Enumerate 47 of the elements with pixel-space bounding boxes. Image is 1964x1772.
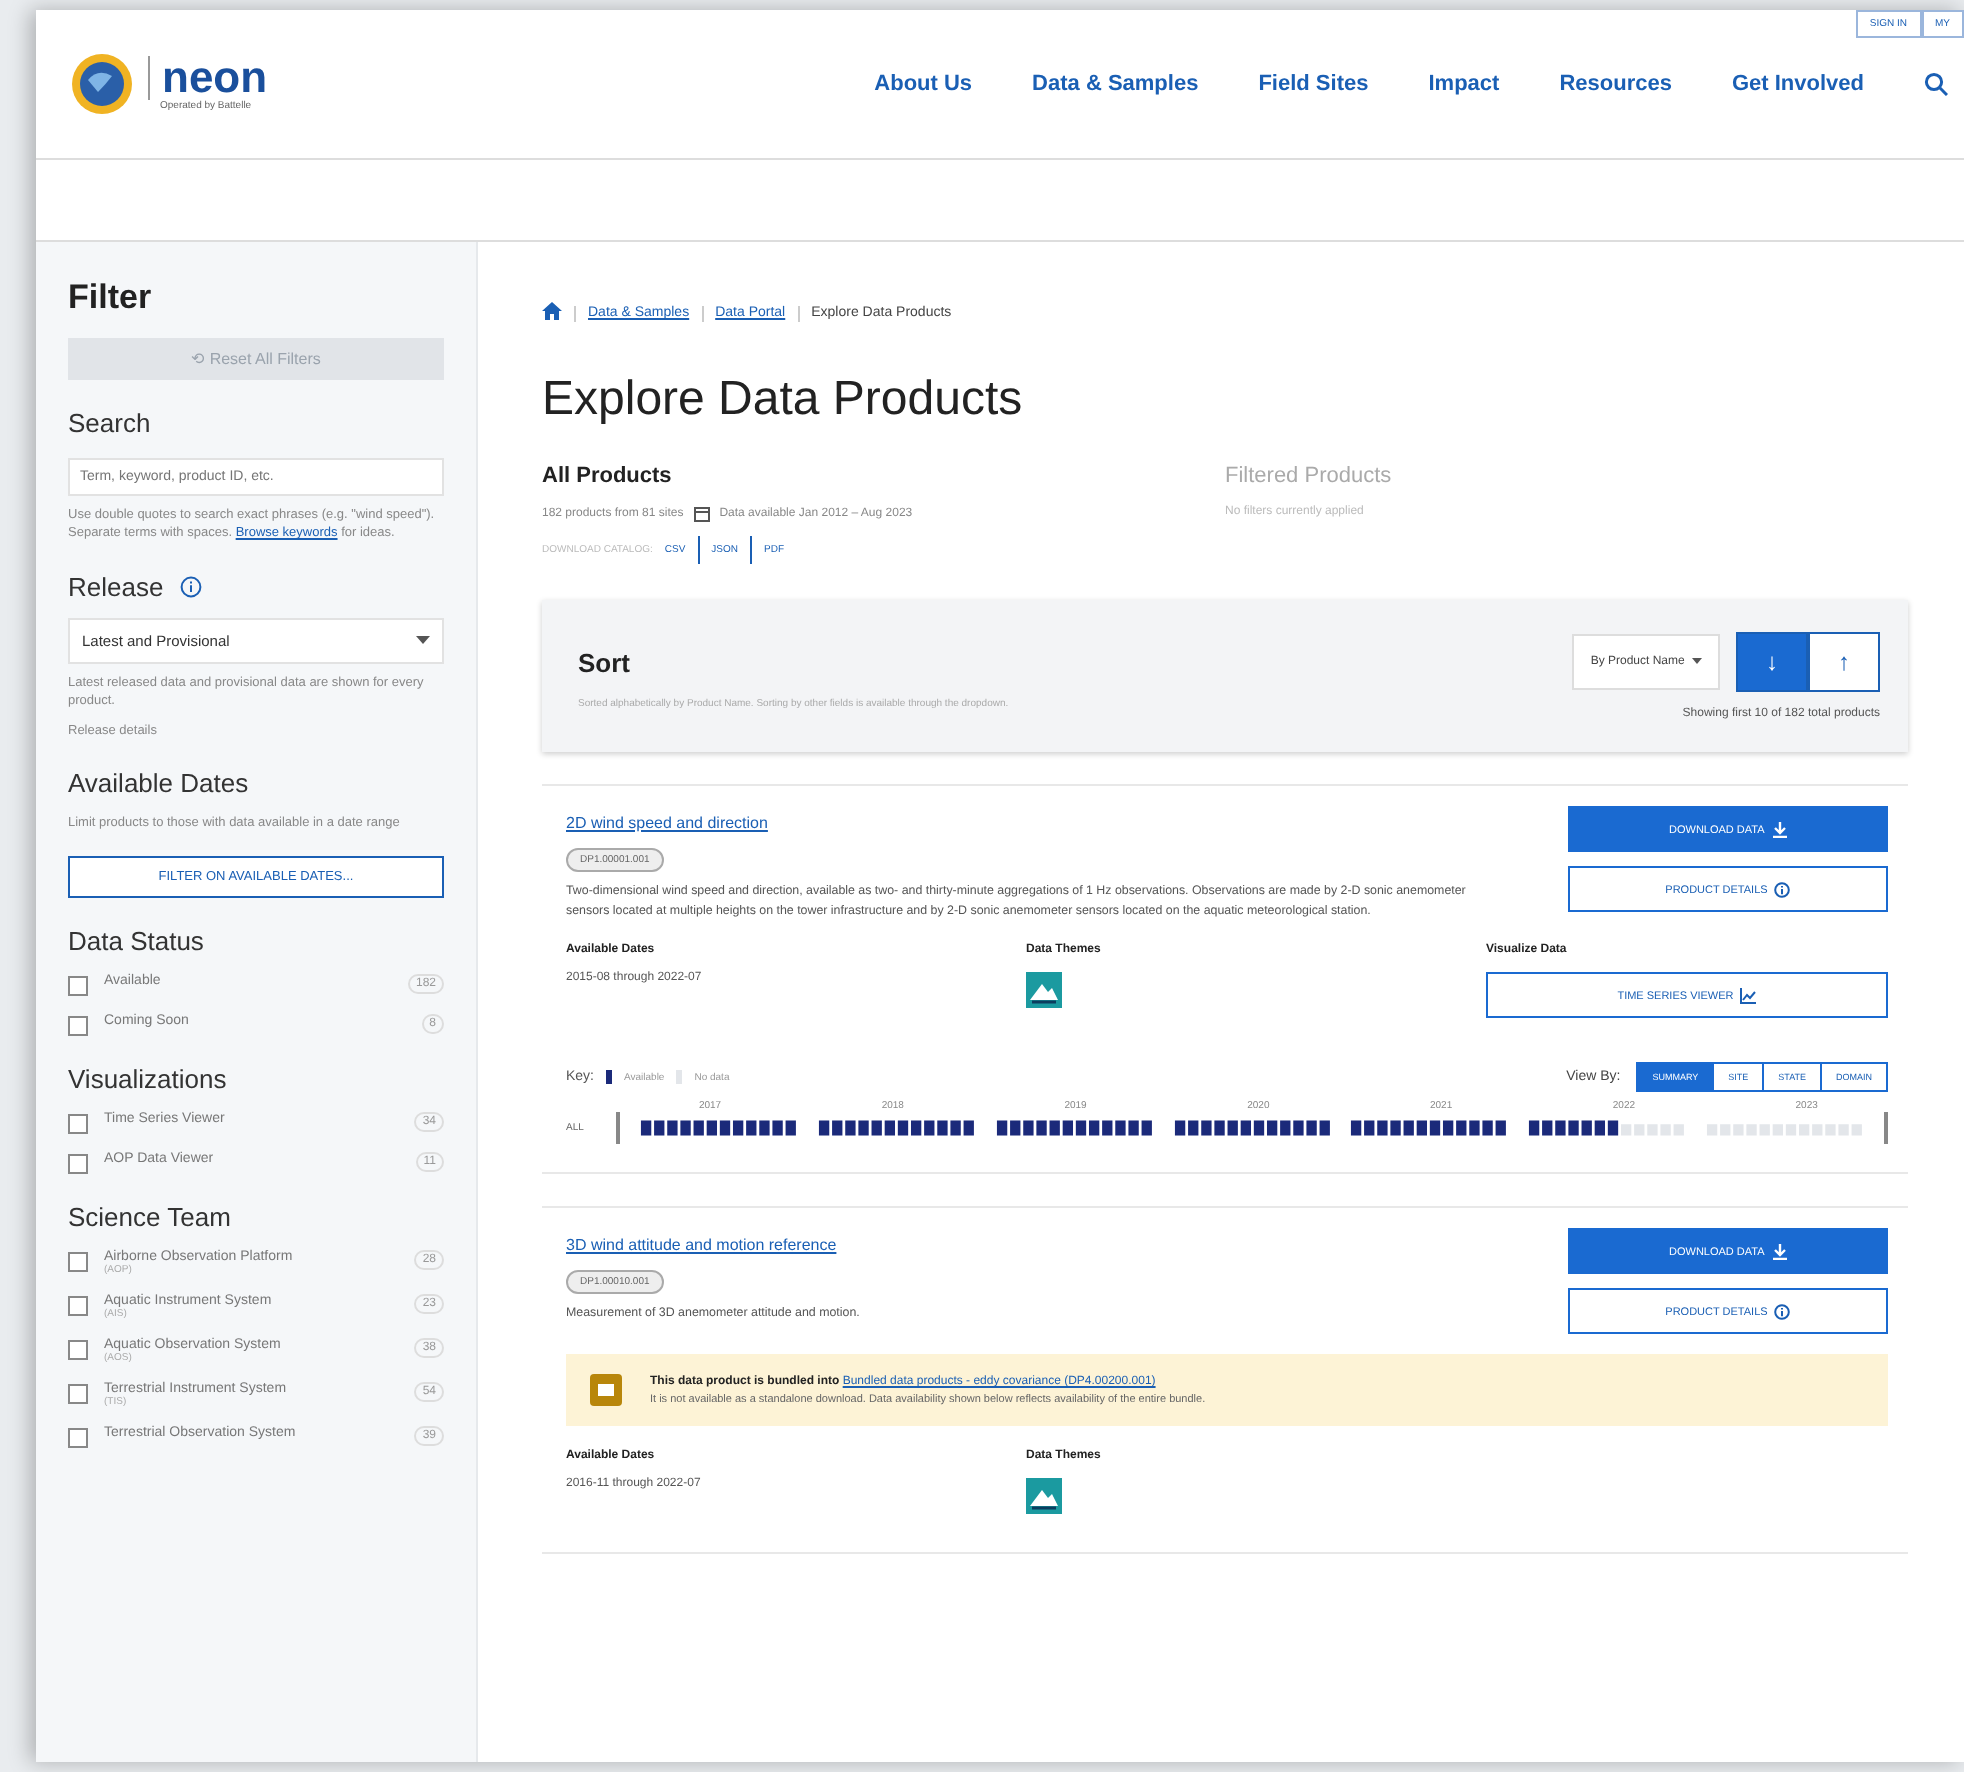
logo-wordmark: neon	[148, 56, 268, 100]
section-heading: Visualizations	[68, 1063, 229, 1094]
nav-link[interactable]: Resources	[1559, 72, 1672, 96]
caret-icon	[416, 636, 430, 645]
download-icon	[1771, 821, 1787, 837]
line-chart-icon	[1740, 987, 1757, 1004]
product-name-link[interactable]: 3D wind attitude and motion reference	[566, 1236, 1508, 1255]
checkbox[interactable]	[68, 1295, 88, 1316]
mountain-theme-icon[interactable]	[1026, 1478, 1062, 1515]
nav-link[interactable]: About Us	[874, 72, 973, 96]
legend-swatch	[606, 1070, 613, 1085]
nav-link[interactable]: Field Sites	[1258, 72, 1369, 96]
globe-logo-icon	[68, 50, 136, 118]
checkbox[interactable]	[68, 1015, 88, 1036]
home-icon[interactable]	[542, 302, 562, 320]
product-name-link[interactable]: 2D wind speed and direction	[566, 814, 1508, 832]
nav-link[interactable]: Data & Samples	[1032, 72, 1199, 96]
checkbox[interactable]	[68, 1339, 88, 1360]
checkbox[interactable]	[68, 1113, 88, 1134]
page-title: Explore Data Products	[542, 372, 1025, 428]
nav-link[interactable]: Get Involved	[1731, 72, 1864, 96]
section-heading: Filtered Products	[1225, 464, 1394, 488]
download-icon	[1771, 1243, 1787, 1260]
mountain-theme-icon[interactable]	[1026, 972, 1062, 1009]
calendar-icon	[693, 506, 710, 522]
checkbox[interactable]	[68, 1427, 88, 1448]
info-icon	[1774, 881, 1791, 897]
checkbox[interactable]	[68, 1383, 88, 1404]
checkbox[interactable]	[68, 1153, 88, 1174]
checkbox[interactable]	[68, 975, 88, 996]
nav-link[interactable]: Impact	[1428, 72, 1500, 96]
section-heading: Data Status	[68, 925, 206, 956]
section-heading: Available Dates	[68, 768, 251, 799]
section-heading: Sort	[578, 648, 632, 678]
caret-icon	[1692, 657, 1702, 664]
section-heading: Release	[68, 571, 164, 602]
info-icon[interactable]	[179, 575, 202, 598]
package-icon	[590, 1374, 622, 1407]
checkbox[interactable]	[68, 1251, 88, 1272]
section-heading: Search	[68, 408, 153, 438]
sort-direction-button[interactable]: ↓	[1736, 632, 1808, 692]
section-heading: Science Team	[68, 1201, 233, 1232]
info-icon	[1774, 1303, 1791, 1320]
sort-direction-button[interactable]: ↑	[1808, 632, 1880, 692]
search-icon[interactable]	[1924, 72, 1948, 96]
filter-heading: Filter	[68, 278, 154, 318]
section-heading: All Products	[542, 464, 674, 488]
